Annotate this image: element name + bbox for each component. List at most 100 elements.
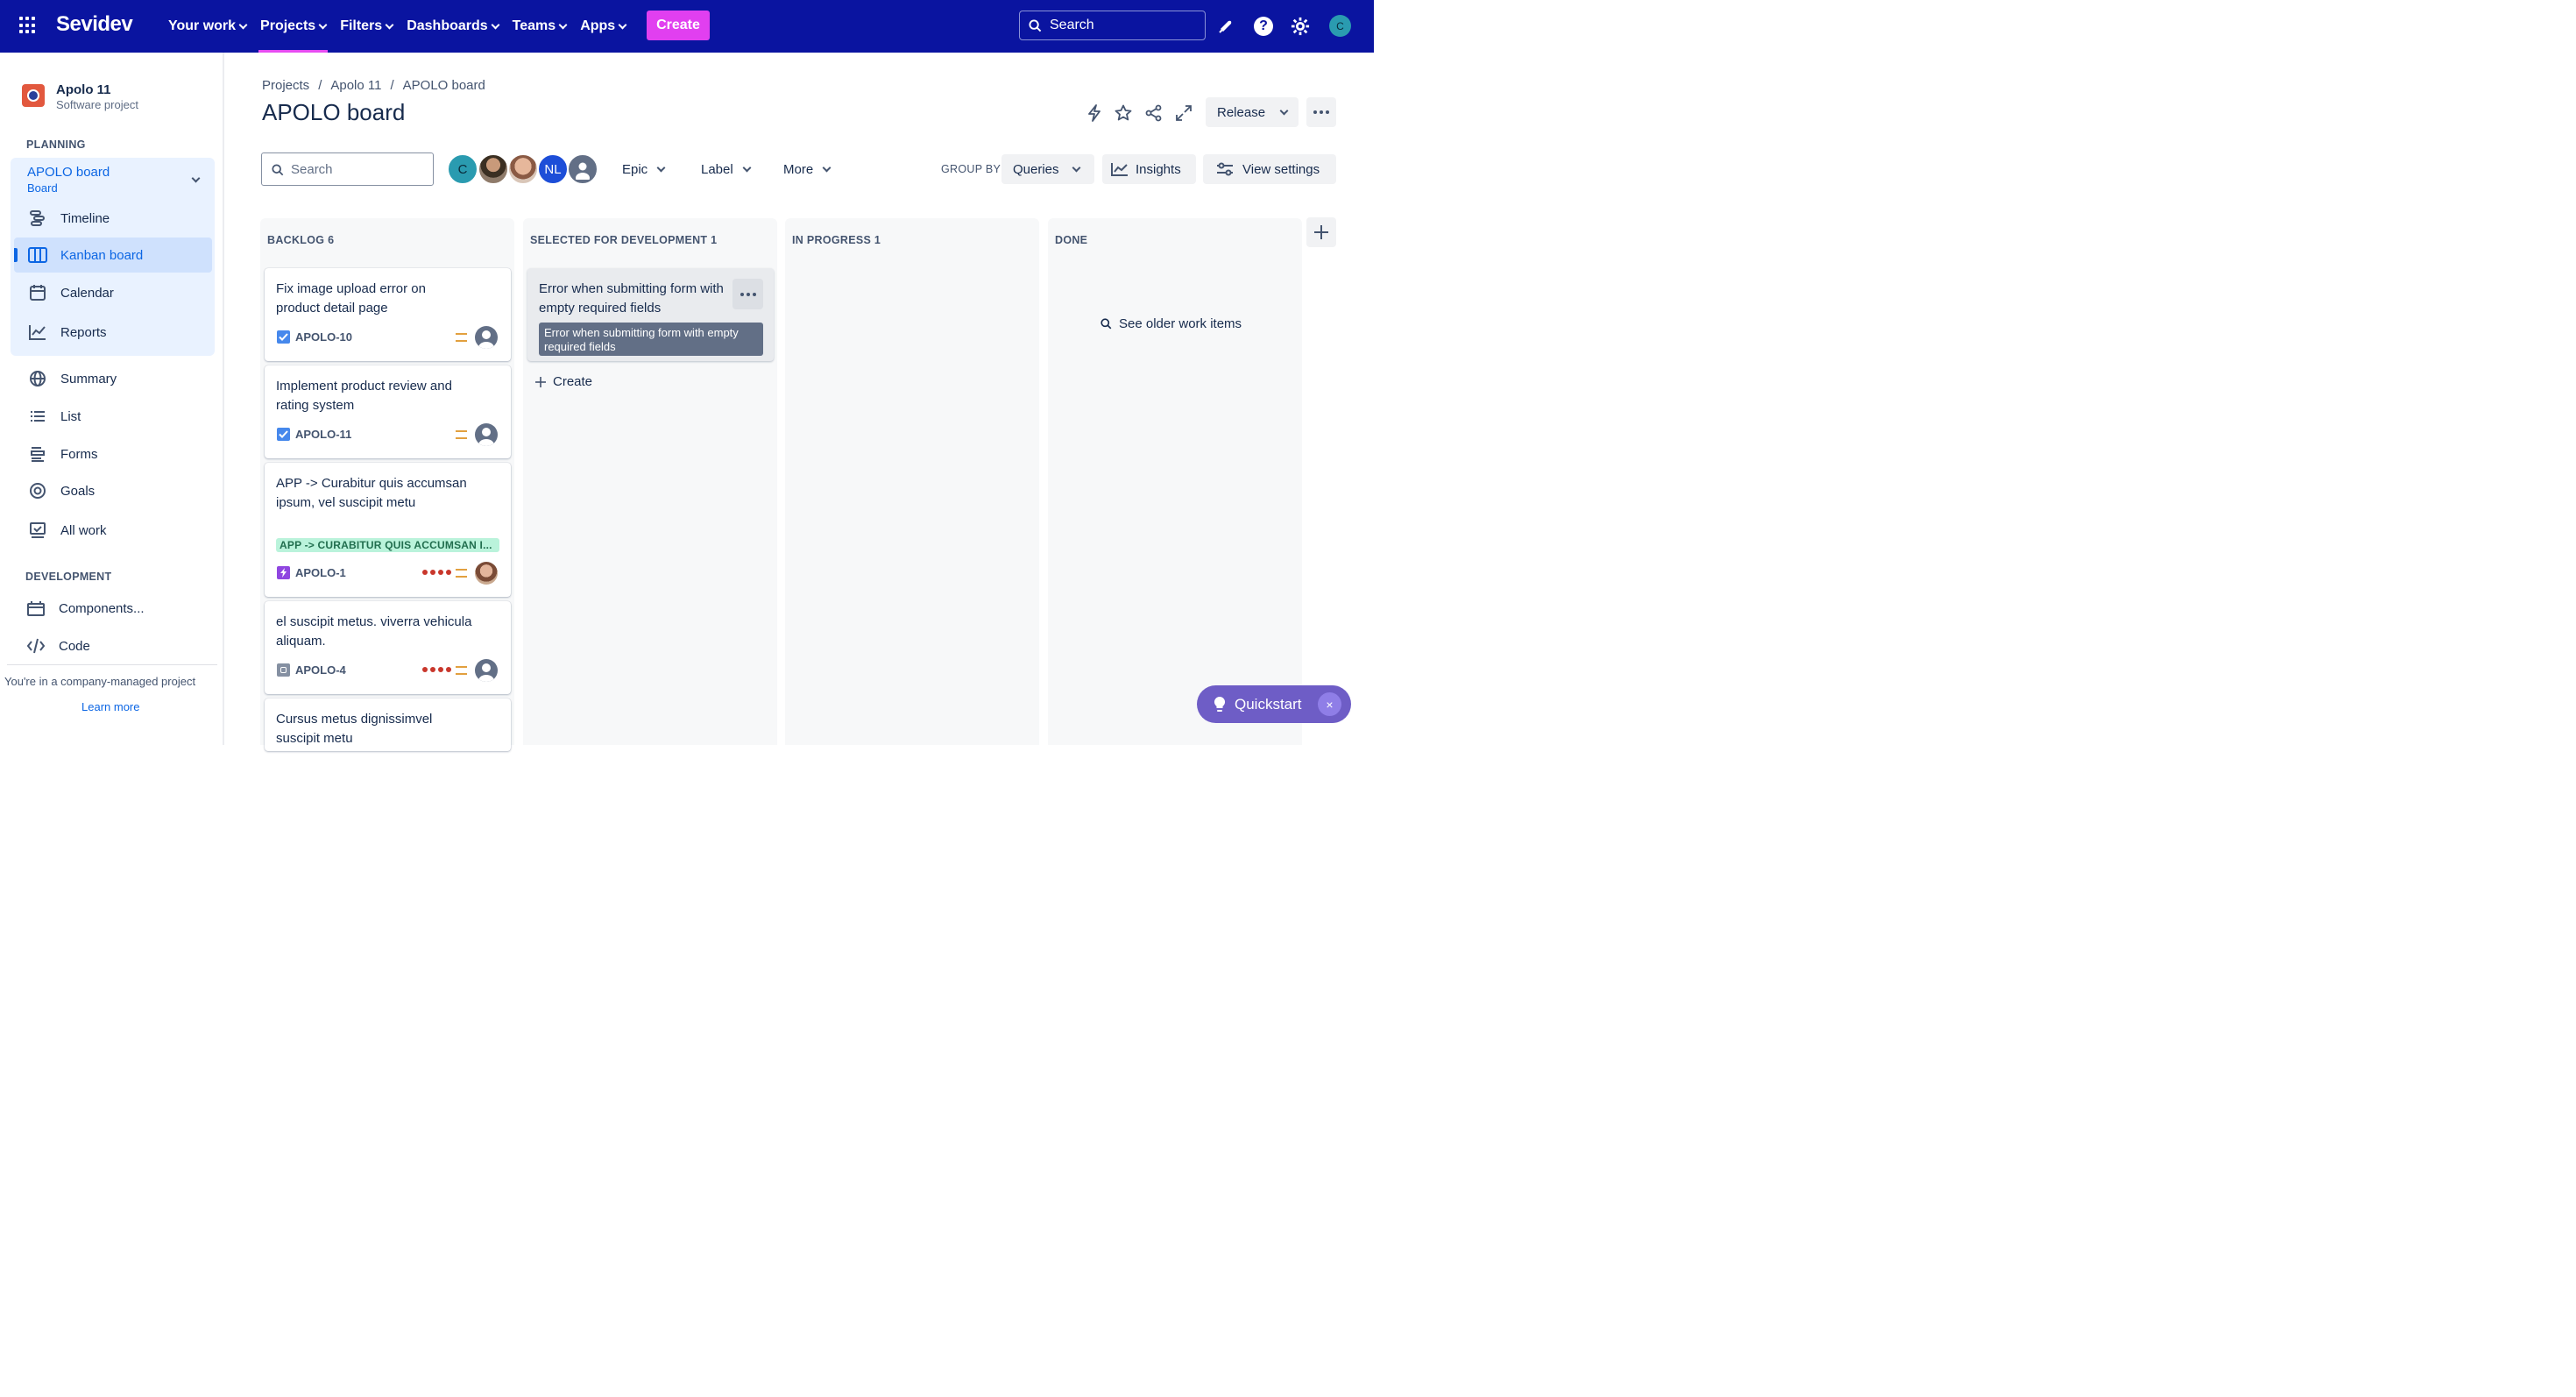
board-name: APOLO board [27,165,110,180]
insights-button[interactable]: Insights [1102,154,1196,184]
avatar-filter-c[interactable]: C [447,153,478,185]
automation-lightning-icon[interactable] [1085,103,1104,123]
sidebar: Apolo 11 Software project PLANNING APOLO… [0,53,224,745]
create-button[interactable]: Create [647,11,710,40]
sidebar-item-calendar[interactable]: Calendar [14,275,212,310]
sidebar-item-timeline[interactable]: Timeline [14,201,212,236]
epic-filter[interactable]: Epic [622,154,666,184]
sidebar-item-label: Summary [60,371,117,386]
sidebar-item-summary[interactable]: Summary [14,361,212,396]
assignee-unassigned-avatar[interactable] [475,326,498,349]
nav-filters[interactable]: Filters [333,0,400,53]
quickstart-button[interactable]: Quickstart × [1197,685,1351,723]
card-apolo-4[interactable]: el suscipit metus. viverra vehicula aliq… [265,601,511,694]
breadcrumb-board[interactable]: APOLO board [403,78,485,93]
sidebar-item-components[interactable]: Components... [14,591,212,626]
assignee-unassigned-avatar[interactable] [475,659,498,682]
epic-label-tag[interactable]: APP -> CURABITUR QUIS ACCUMSAN I... [276,538,499,552]
global-search-input[interactable]: Search [1019,11,1206,40]
planning-section-label: PLANNING [26,138,86,151]
sidebar-item-all-work[interactable]: All work [14,513,212,548]
fullscreen-icon[interactable] [1174,103,1193,123]
nav-label: Dashboards [407,18,488,33]
code-icon [26,636,46,656]
task-checkbox-icon [277,330,290,344]
forms-icon [28,444,47,464]
product-logo[interactable]: Sevidev [56,12,133,37]
breadcrumb-projects[interactable]: Projects [262,78,309,93]
chevron-down-icon[interactable] [191,174,201,183]
breadcrumb-separator: / [390,78,394,93]
column-backlog: BACKLOG 6 Fix image upload error on prod… [260,218,514,751]
chevron-down-icon [822,163,832,172]
development-section-label: DEVELOPMENT [25,571,112,583]
nav-apps[interactable]: Apps [573,0,633,53]
sidebar-item-code[interactable]: Code [14,628,212,663]
card-apolo-10[interactable]: Fix image upload error on product detail… [265,268,511,361]
avatar-filter-unassigned[interactable] [567,153,598,185]
add-column-button[interactable] [1306,217,1336,247]
more-actions-button[interactable] [1306,97,1336,127]
subtask-icon [277,663,290,677]
app-switcher-icon[interactable] [19,17,37,34]
share-icon[interactable] [1144,103,1164,123]
priority-medium-icon [456,430,467,439]
learn-more-link[interactable]: Learn more [81,700,139,713]
star-icon[interactable] [1114,103,1133,123]
board-search-input[interactable]: Search [261,152,434,186]
breadcrumb: Projects / Apolo 11 / APOLO board [262,78,485,93]
settings-gear-icon[interactable] [1289,15,1312,38]
close-icon[interactable]: × [1318,692,1341,716]
view-settings-button[interactable]: View settings [1203,154,1336,184]
epic-lightning-icon [277,566,290,579]
search-icon [272,164,284,176]
card-apolo-11[interactable]: Implement product review and rating syst… [265,365,511,458]
more-filter[interactable]: More [783,154,832,184]
avatar-filter-nl[interactable]: NL [537,153,569,185]
label-filter[interactable]: Label [701,154,752,184]
card-key[interactable]: APOLO-10 [295,330,352,344]
sidebar-item-forms[interactable]: Forms [14,436,212,472]
nav-your-work[interactable]: Your work [161,0,253,53]
column-create-button[interactable]: Create [535,374,592,389]
see-older-work-items-link[interactable]: See older work items [1100,316,1242,331]
release-button[interactable]: Release [1206,97,1299,127]
group-by-select[interactable]: Queries [1001,154,1094,184]
sliders-icon [1217,162,1233,176]
assignee-unassigned-avatar[interactable] [475,423,498,446]
help-icon[interactable]: ? [1252,15,1275,38]
card-partial[interactable]: Cursus metus dignissimvel suscipit metu [265,698,511,751]
nav-dashboards[interactable]: Dashboards [400,0,505,53]
card-title: Implement product review and rating syst… [276,379,452,413]
card-key[interactable]: APOLO-11 [295,428,351,441]
card-apolo-9[interactable]: Error when submitting form with empty re… [527,268,774,361]
sidebar-item-label: Kanban board [60,247,144,263]
chevron-down-icon [1279,106,1289,115]
nav-projects[interactable]: Projects [253,0,333,53]
avatar-filter-user-2[interactable] [478,153,509,185]
nav-teams[interactable]: Teams [506,0,574,53]
search-placeholder: Search [1050,18,1094,32]
project-name[interactable]: Apolo 11 [56,82,111,97]
sidebar-item-kanban-board[interactable]: Kanban board [14,238,212,273]
sidebar-item-reports[interactable]: Reports [14,315,212,350]
user-avatar[interactable]: C [1329,15,1351,37]
project-avatar-icon [22,84,45,107]
sidebar-item-list[interactable]: List [14,399,212,434]
sidebar-item-goals[interactable]: Goals [14,473,212,508]
card-key[interactable]: APOLO-1 [295,566,346,579]
notifications-icon[interactable] [1214,15,1237,38]
priority-medium-icon [456,666,467,675]
avatar-filter-user-3[interactable] [507,153,539,185]
assignee-photo-avatar[interactable] [475,562,498,585]
column-selected-for-development: SELECTED FOR DEVELOPMENT 1 Error when su… [523,218,777,745]
breadcrumb-project[interactable]: Apolo 11 [330,78,381,93]
board-selector[interactable]: APOLO board Board [27,165,110,195]
insights-label: Insights [1136,161,1181,177]
card-key[interactable]: APOLO-4 [295,663,346,677]
sidebar-item-label: All work [60,522,107,538]
sidebar-item-label: Forms [60,446,98,462]
column-title: BACKLOG 6 [267,234,335,246]
card-apolo-1[interactable]: APP -> Curabitur quis accumsan ipsum, ve… [265,463,511,597]
card-more-menu-button[interactable] [732,279,763,309]
